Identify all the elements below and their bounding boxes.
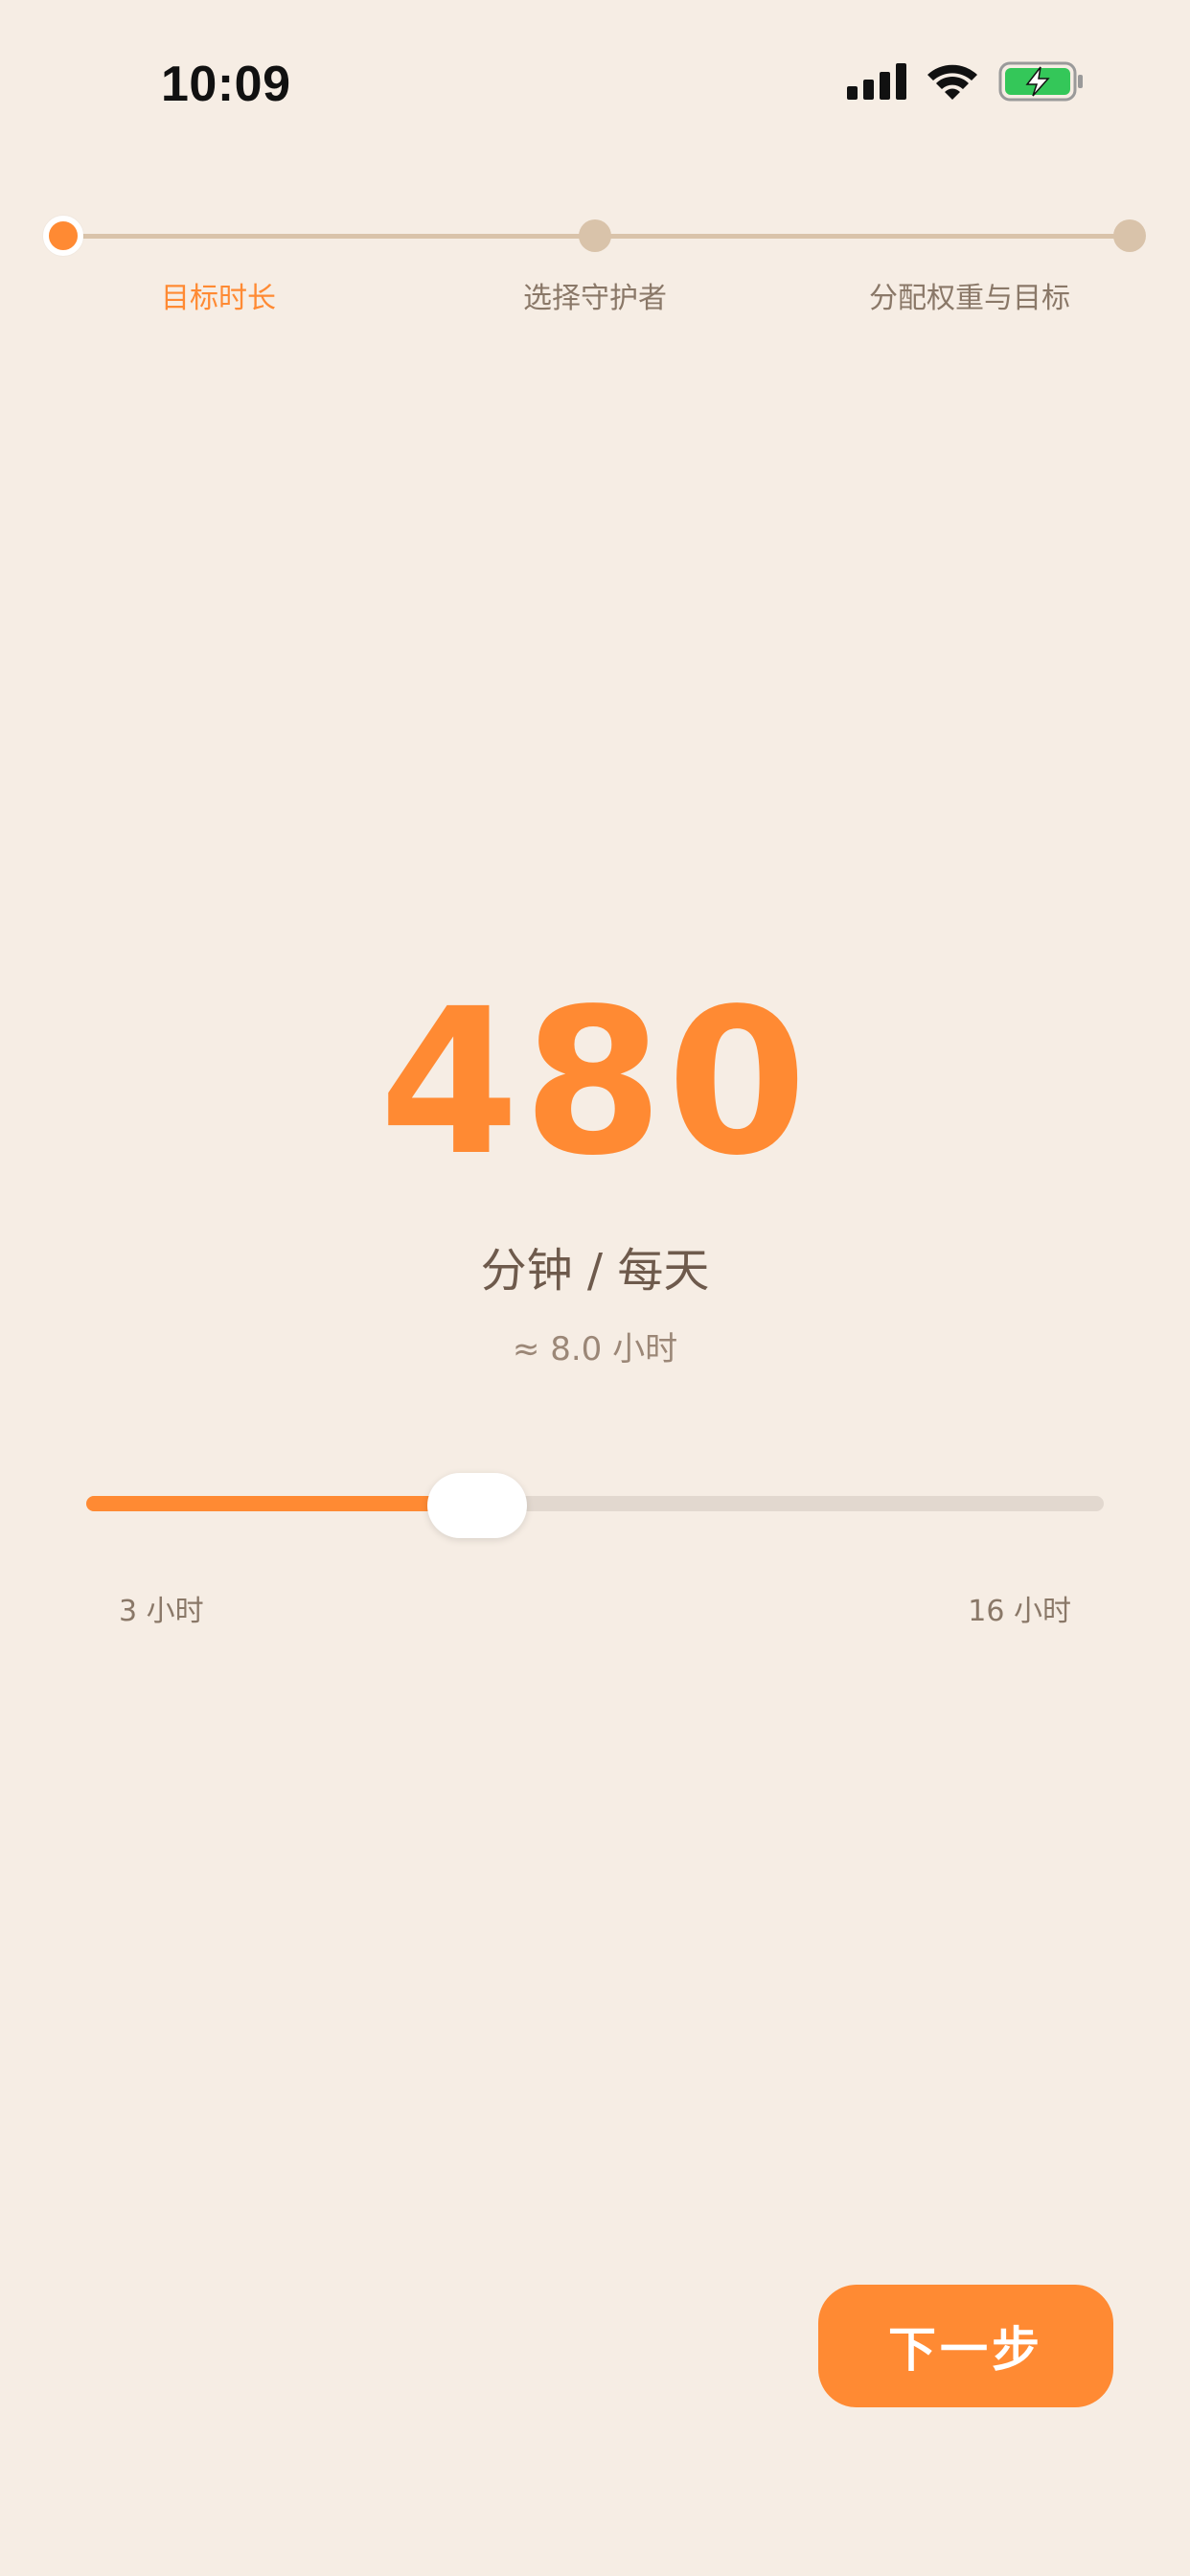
wifi-icon — [927, 64, 977, 100]
slider-min-label: 3 小时 — [119, 1595, 204, 1628]
next-button[interactable]: 下一步 — [818, 2285, 1113, 2407]
duration-slider-fill — [86, 1496, 478, 1511]
goal-hours-approx: ≈ 8.0 小时 — [512, 1330, 678, 1368]
step-1-dot[interactable] — [43, 216, 83, 256]
step-3-dot[interactable] — [1113, 219, 1146, 252]
step-2-label[interactable]: 选择守护者 — [523, 274, 667, 316]
status-time: 10:09 — [161, 57, 291, 112]
step-1-label[interactable]: 目标时长 — [161, 274, 276, 316]
goal-minutes-value: 480 — [378, 965, 812, 1200]
slider-max-label: 16 小时 — [968, 1595, 1071, 1628]
step-2-dot[interactable] — [579, 219, 611, 252]
duration-slider-thumb[interactable] — [427, 1473, 528, 1538]
goal-unit-label: 分钟 / 每天 — [480, 1244, 710, 1298]
step-3-label[interactable]: 分配权重与目标 — [869, 274, 1070, 316]
duration-slider-track[interactable] — [86, 1496, 1104, 1511]
cellular-signal-icon — [847, 63, 906, 100]
status-icons — [847, 61, 1085, 102]
battery-charging-icon — [998, 61, 1083, 102]
